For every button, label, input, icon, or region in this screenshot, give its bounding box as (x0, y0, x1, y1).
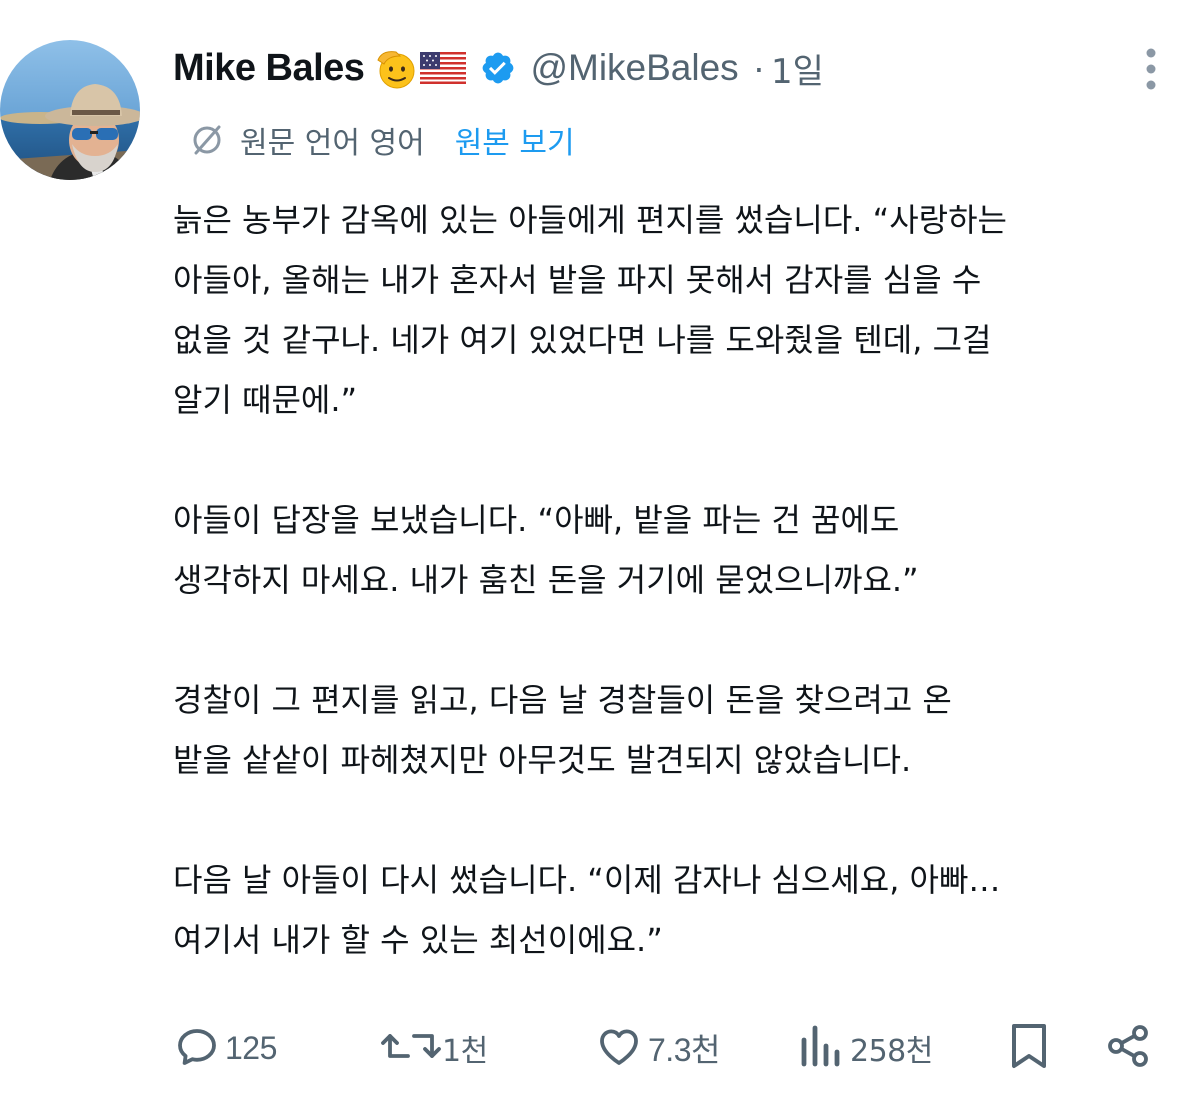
tweet-paragraph-4: 다음 날 아들이 다시 썼습니다. “이제 감자나 심으세요, 아빠… 여기서 … (173, 861, 1001, 959)
action-bar: 125 1천 7.3천 258천 (0, 1018, 1179, 1078)
share-button[interactable] (1104, 1018, 1152, 1078)
views-chart-icon (798, 1022, 842, 1074)
bookmark-button[interactable] (1008, 1018, 1050, 1078)
user-handle[interactable]: @MikeBales (530, 47, 738, 89)
more-options-button[interactable] (1138, 44, 1164, 94)
reply-button[interactable]: 125 (173, 1018, 277, 1078)
reply-icon (173, 1022, 221, 1074)
views-button[interactable]: 258천 (798, 1018, 933, 1078)
header-separator: · (752, 47, 766, 88)
avatar[interactable] (0, 40, 140, 180)
heart-icon (594, 1022, 644, 1074)
repost-button[interactable]: 1천 (380, 1018, 488, 1078)
translation-notice: 원문 언어 영어 원본 보기 (188, 116, 575, 164)
tweet-paragraph-2: 아들이 답장을 보냈습니다. “아빠, 밭을 파는 건 꿈에도 생각하지 마세요… (173, 501, 919, 599)
tweet-paragraph-3: 경찰이 그 편지를 읽고, 다음 날 경찰들이 돈을 찾으려고 온 밭을 샅샅이… (173, 681, 952, 779)
repost-icon (380, 1022, 442, 1074)
like-count: 7.3천 (648, 1032, 720, 1068)
views-count: 258천 (850, 1034, 933, 1069)
like-button[interactable]: 7.3천 (594, 1018, 720, 1078)
timestamp[interactable]: 1일 (771, 44, 824, 93)
view-original-link[interactable]: 원본 보기 (455, 118, 575, 162)
tweet-text: 늙은 농부가 감옥에 있는 아들에게 편지를 썼습니다. “사랑하는 아들아, … (173, 190, 1173, 970)
reply-count: 125 (225, 1029, 277, 1066)
translate-icon (188, 121, 226, 159)
original-language-label: 원문 언어 영어 (240, 126, 425, 161)
repost-count: 1천 (442, 1034, 488, 1069)
us-flag-emoji-icon (420, 52, 467, 84)
verified-badge-icon (480, 50, 516, 86)
more-vertical-icon (1146, 48, 1156, 90)
bookmark-icon (1008, 1021, 1050, 1075)
saluting-face-emoji-icon (374, 46, 418, 90)
tweet-header: Mike Bales @MikeBales · 1일 (173, 40, 824, 96)
display-name[interactable]: Mike Bales (173, 47, 365, 90)
share-icon (1104, 1022, 1152, 1074)
tweet-paragraph-1: 늙은 농부가 감옥에 있는 아들에게 편지를 썼습니다. “사랑하는 아들아, … (173, 201, 1007, 419)
